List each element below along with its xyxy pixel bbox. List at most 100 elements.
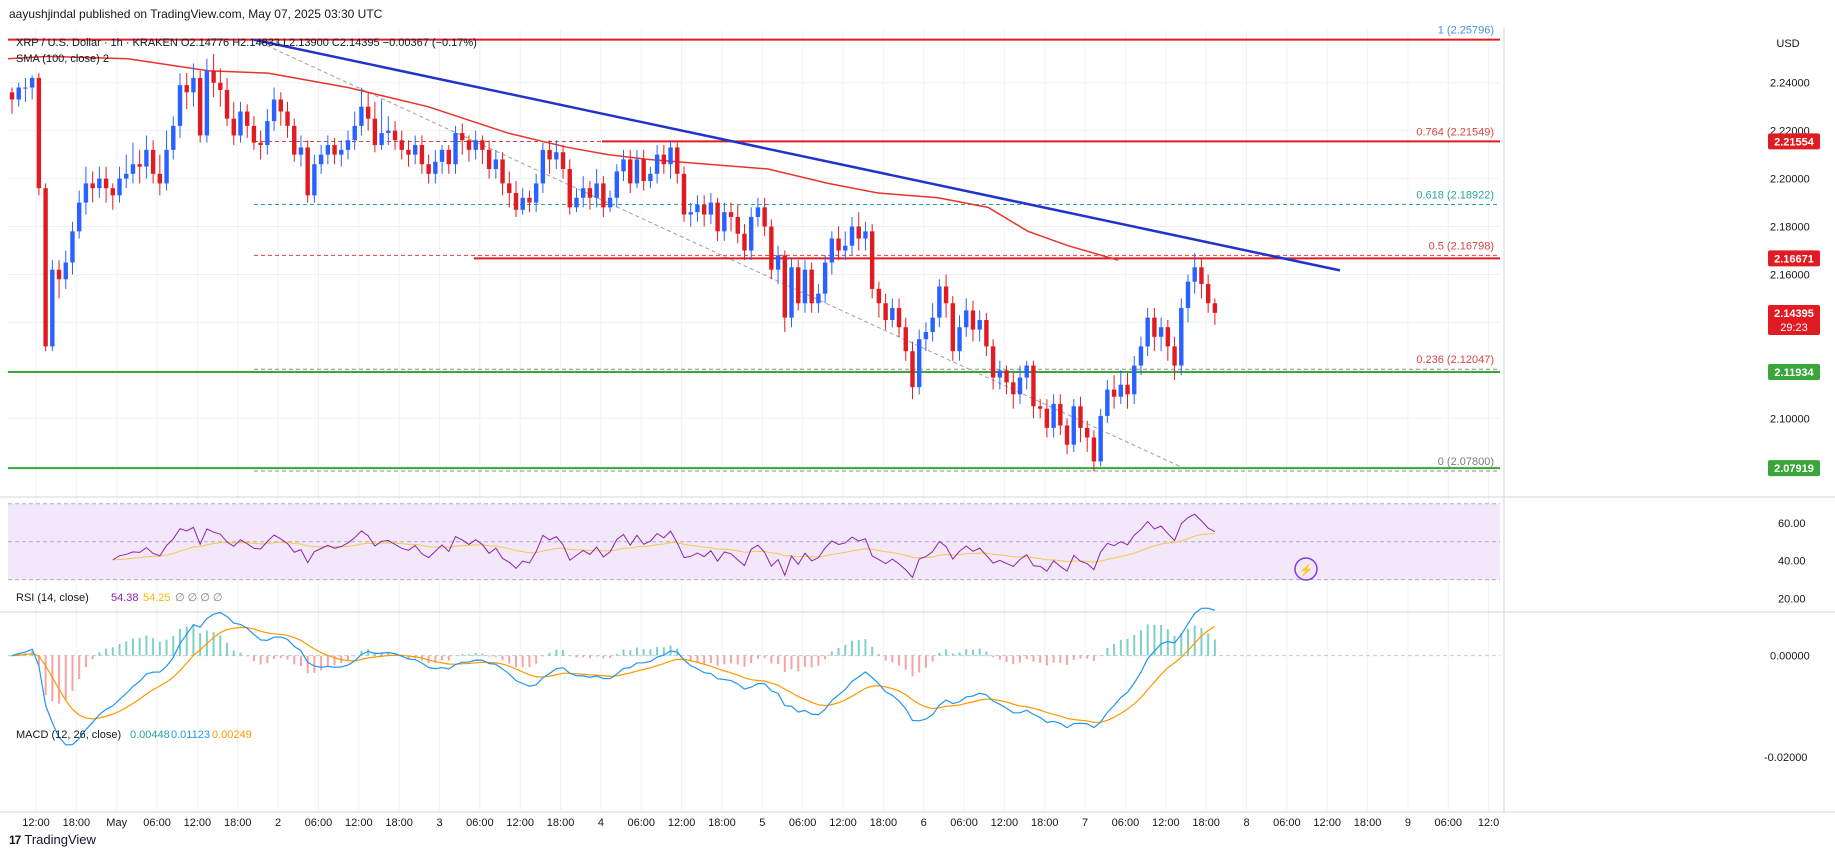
time-tick-label: 6	[921, 817, 927, 829]
candle-body	[43, 188, 48, 347]
macd-histogram-bar	[279, 655, 282, 659]
macd-histogram-bar	[461, 654, 464, 656]
tradingview-logo[interactable]: 17 TradingView	[9, 832, 96, 847]
candle-body	[486, 149, 492, 170]
candle-body	[23, 87, 28, 89]
candle-body	[1091, 437, 1097, 462]
candle-body	[554, 152, 559, 160]
candle-body	[1192, 267, 1197, 282]
candle-body	[90, 183, 95, 189]
candle-body	[614, 171, 619, 198]
time-tick-label: 18:00	[547, 817, 575, 829]
candle-body	[419, 145, 425, 165]
macd-histogram-bar	[750, 655, 753, 664]
candle-body	[103, 178, 109, 189]
candle-body	[359, 106, 364, 126]
macd-histogram-bar	[226, 642, 229, 656]
sma-legend: SMA (100, close) 2	[16, 53, 109, 65]
candle-body	[883, 303, 888, 321]
macd-histogram-bar	[1005, 655, 1008, 662]
candle-body	[903, 327, 908, 352]
candle-body	[63, 262, 68, 280]
macd-histogram-bar	[474, 652, 477, 656]
macd-histogram-bar	[629, 650, 632, 656]
macd-histogram-bar	[736, 655, 739, 665]
candle-body	[581, 188, 586, 198]
macd-histogram-bar	[622, 649, 625, 656]
bearish-trend-line	[253, 38, 1341, 272]
time-tick-label: 06:00	[789, 817, 817, 829]
macd-histogram-bar	[575, 655, 578, 658]
candle-body	[990, 346, 996, 378]
macd-histogram-bar	[797, 655, 800, 672]
candle-body	[1051, 403, 1056, 428]
price-tag-label: 2.14395	[1774, 308, 1814, 320]
price-tag-label: 2.16671	[1774, 253, 1814, 265]
candle-body	[715, 202, 720, 232]
time-tick-label: 06:00	[1273, 817, 1301, 829]
macd-histogram-bar	[118, 643, 121, 656]
candle-body	[601, 183, 606, 208]
time-tick-label: 12:00	[22, 817, 50, 829]
macd-histogram-bar	[824, 655, 827, 660]
rsi-panel	[8, 503, 1500, 581]
candle-body	[446, 149, 451, 165]
candle-body	[876, 288, 882, 304]
time-tick-label: 06:00	[143, 817, 171, 829]
candle-body	[984, 320, 989, 347]
macd-histogram-bar	[521, 655, 524, 668]
macd-histogram-bar	[830, 651, 833, 656]
candle-body	[594, 183, 599, 198]
macd-histogram-bar	[770, 655, 773, 664]
candle-body	[708, 202, 714, 215]
candle-body	[500, 159, 505, 184]
macd-histogram-bar	[810, 655, 813, 668]
macd-histogram-bar	[84, 655, 87, 668]
candle-body	[332, 145, 337, 155]
macd-histogram-bar	[595, 655, 598, 657]
rsi-legend-value: 54.38	[111, 592, 139, 604]
macd-histogram-bar	[1119, 639, 1122, 656]
candle-body	[433, 161, 438, 174]
macd-histogram-bar	[1193, 625, 1196, 656]
candle-body	[224, 89, 230, 119]
symbol-legend: XRP / U.S. Dollar · 1h · KRAKEN O2.14776…	[16, 37, 477, 49]
macd-histogram-bar	[723, 655, 726, 665]
grid	[0, 28, 1835, 813]
chart-canvas[interactable]: 1 (2.25796) 0.764 (2.21549) 0.618 (2.18922…	[0, 0, 1835, 857]
candle-body	[36, 77, 42, 189]
candle-body	[372, 118, 378, 146]
candle-body	[1138, 346, 1144, 366]
time-tick-label: 12:00	[506, 817, 534, 829]
macd-histogram-bar	[716, 655, 719, 666]
macd-histogram-bar	[1019, 655, 1021, 663]
candle-body	[621, 159, 626, 172]
macd-histogram-bar	[1173, 635, 1176, 656]
candle-body	[796, 267, 801, 304]
candle-body	[769, 226, 774, 270]
time-tick-label: 12:00	[345, 817, 373, 829]
macd-histogram-bar	[965, 649, 968, 656]
macd-histogram-bar	[1146, 624, 1149, 656]
candle-body	[1212, 303, 1218, 313]
macd-histogram-bar	[857, 640, 860, 656]
candle-body	[701, 204, 707, 215]
candle-body	[204, 70, 210, 136]
candle-body	[917, 339, 922, 388]
candle-body	[1152, 317, 1157, 337]
candle-body	[809, 269, 814, 304]
candle-body	[816, 293, 821, 304]
candle-body	[628, 159, 633, 184]
candle-body	[271, 99, 277, 122]
macd-histogram-bar	[1025, 655, 1028, 660]
rsi-legend-extra: ∅ ∅ ∅ ∅	[175, 592, 223, 604]
candle-body	[406, 149, 411, 155]
macd-histogram-bar	[367, 649, 370, 656]
macd-histogram-bar	[1160, 625, 1163, 656]
candle-body	[365, 106, 371, 119]
macd-histogram-bar	[299, 655, 302, 667]
candle-body	[211, 70, 216, 83]
candle-body	[1105, 389, 1110, 416]
price-tick-label: 2.16000	[1770, 269, 1810, 281]
macd-histogram-bar	[152, 638, 155, 656]
